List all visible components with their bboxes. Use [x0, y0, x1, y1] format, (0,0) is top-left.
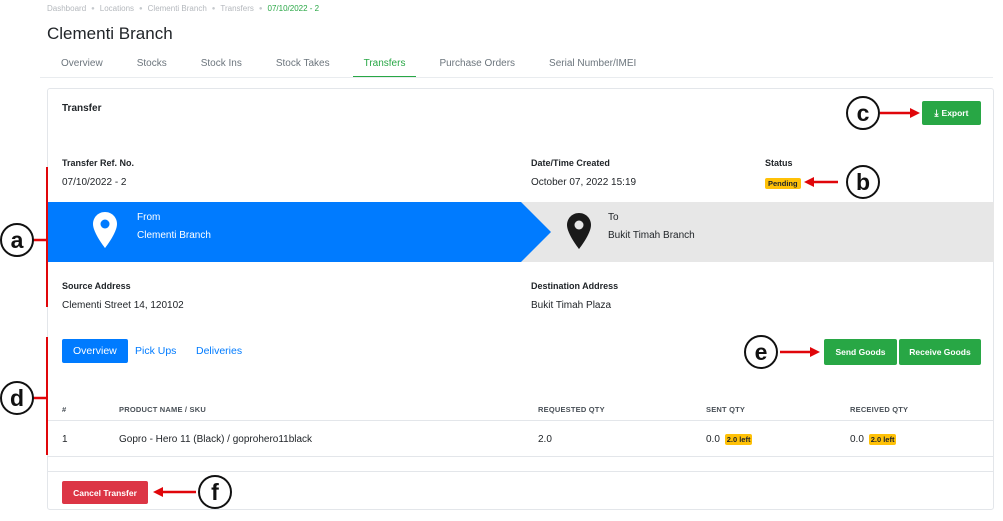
annotation-b: b: [846, 165, 880, 199]
annotation-a: a: [0, 223, 34, 257]
annotation-d: d: [0, 381, 34, 415]
annotation-e: e: [744, 335, 778, 369]
annotation-c: c: [846, 96, 880, 130]
annotation-arrows: [30, 108, 920, 497]
annotation-f: f: [198, 475, 232, 509]
